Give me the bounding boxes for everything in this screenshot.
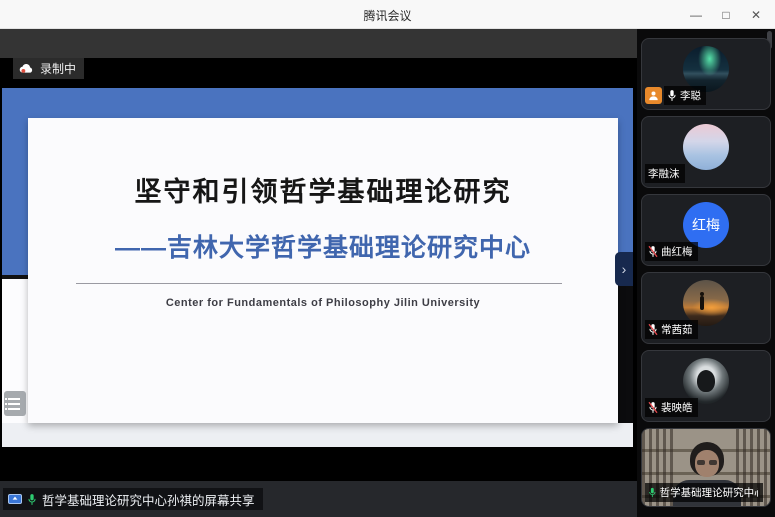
participant-tile-live-video[interactable]: 哲学基础理论研究中心... [641,428,771,507]
tencent-meeting-window: 腾讯会议 — □ ✕ 录制中 坚守和引领哲学基础理论研究 ——吉林大学哲 [0,0,775,517]
participant-name: 哲学基础理论研究中心... [660,485,758,500]
avatar [683,124,729,170]
participant-tile[interactable]: 裴映皓 [641,350,771,422]
presentation-slide: 坚守和引领哲学基础理论研究 ——吉林大学哲学基础理论研究中心 Center fo… [28,118,618,423]
participant-tile[interactable]: 李融沫 [641,116,771,188]
mic-on-icon [648,486,657,499]
participant-name: 常茜茹 [661,322,693,337]
participant-badges: 李聪 [645,86,706,105]
mic-on-icon [27,493,37,506]
ppt-blue-band-left [2,118,28,275]
name-badge: 李聪 [664,86,706,105]
screen-share-icon [8,494,22,505]
recording-indicator[interactable]: 录制中 [13,58,84,79]
ppt-dark-band-right [618,284,633,423]
window-controls: — □ ✕ [681,0,771,29]
participant-tile[interactable]: 常茜茹 [641,272,771,344]
name-badge: 曲红梅 [645,242,698,261]
slide-divider-line [76,283,562,284]
participants-sidebar: 李聪 李融沫 红梅 [637,29,775,517]
main-stage: 录制中 坚守和引领哲学基础理论研究 ——吉林大学哲学基础理论研究中心 Cente… [0,29,637,517]
participant-badges: 裴映皓 [645,398,698,417]
chevron-right-icon: › [622,261,627,277]
participant-badges: 哲学基础理论研究中心... [645,483,763,502]
participant-name: 裴映皓 [661,400,693,415]
minimize-button[interactable]: — [681,0,711,29]
participant-tile[interactable]: 红梅 曲红梅 [641,194,771,266]
screen-share-status: 哲学基础理论研究中心孙祺的屏幕共享 [3,488,263,510]
slide-caption: Center for Fundamentals of Philosophy Ji… [28,297,618,309]
ppt-blue-band-top [2,88,633,118]
shared-screen: 坚守和引领哲学基础理论研究 ——吉林大学哲学基础理论研究中心 Center fo… [2,88,633,447]
screen-share-label: 哲学基础理论研究中心孙祺的屏幕共享 [42,490,255,509]
name-badge: 哲学基础理论研究中心... [645,483,763,502]
participant-badges: 曲红梅 [645,242,698,261]
mic-muted-icon [648,245,658,258]
participant-name: 曲红梅 [661,244,693,259]
mic-muted-icon [648,401,658,414]
ppt-blue-band-right [618,118,633,258]
status-bar: 哲学基础理论研究中心孙祺的屏幕共享 [0,481,637,517]
avatar-initials: 红梅 [692,215,720,235]
slide-title: 坚守和引领哲学基础理论研究 [28,170,618,209]
maximize-button[interactable]: □ [711,0,741,29]
host-badge-icon [645,87,662,104]
window-title: 腾讯会议 [0,7,775,24]
mic-on-icon [667,89,677,102]
recording-label: 录制中 [40,60,76,77]
sidebar-collapse-button[interactable]: › [615,252,633,286]
name-badge: 常茜茹 [645,320,698,339]
meeting-toolbar-strip [0,29,637,58]
slideshow-menu-icon[interactable] [4,391,26,416]
name-badge: 李融沫 [645,164,685,183]
name-badge: 裴映皓 [645,398,698,417]
participant-badges: 李融沫 [645,164,685,183]
participant-name: 李融沫 [648,166,680,181]
titlebar: 腾讯会议 — □ ✕ [0,0,775,29]
cloud-record-icon [19,63,34,74]
slide-subtitle: ——吉林大学哲学基础理论研究中心 [28,228,618,264]
participant-badges: 常茜茹 [645,320,698,339]
mic-muted-icon [648,323,658,336]
participant-tile[interactable]: 李聪 [641,38,771,110]
close-button[interactable]: ✕ [741,0,771,29]
participant-name: 李聪 [680,88,701,103]
